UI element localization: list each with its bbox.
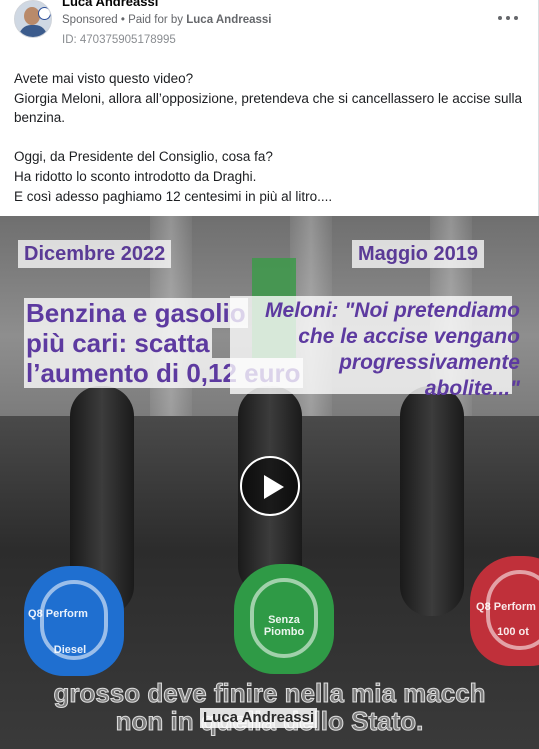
post-line: Avete mai visto questo video? — [14, 71, 194, 86]
ad-id: ID: 470375905178995 — [62, 34, 176, 46]
ad-card: Luca Andreassi Sponsored • Paid for by L… — [0, 0, 539, 749]
nozzle-brand: Q8 Perform — [476, 601, 536, 613]
quote-line: abolite..." — [424, 377, 520, 400]
headline-line: più cari: scatta — [24, 328, 212, 358]
author-avatar[interactable] — [14, 0, 52, 38]
video-watermark: Luca Andreassi — [200, 708, 318, 728]
nozzle-label: Diesel — [53, 644, 87, 656]
separator-dot: • — [120, 14, 129, 26]
party-badge-icon — [38, 7, 51, 20]
video-player[interactable]: Q8 Perform Diesel Senza Piombo Q8 Perfor… — [0, 216, 539, 749]
post-header: Luca Andreassi Sponsored • Paid for by L… — [0, 0, 539, 56]
premium-hose — [400, 386, 464, 616]
sponsored-line: Sponsored • Paid for by Luca Andreassi — [62, 13, 271, 27]
post-line: Oggi, da Presidente del Consiglio, cosa … — [14, 149, 273, 165]
nozzle-brand: Q8 Perform — [28, 608, 88, 620]
quote-line: che le accise vengano — [298, 325, 520, 348]
post-line: E così adesso paghiamo 12 centesimi in p… — [14, 188, 333, 204]
author-name[interactable]: Luca Andreassi — [62, 0, 158, 9]
subtitle-line: grosso deve finire nella mia macch — [53, 678, 486, 709]
paid-for-prefix: Paid for by — [128, 14, 184, 26]
play-icon — [264, 475, 284, 499]
sponsored-label: Sponsored — [62, 14, 118, 26]
quote-line: progressivamente — [339, 351, 520, 374]
more-options-icon[interactable] — [496, 10, 520, 26]
payer-name: Luca Andreassi — [186, 14, 272, 26]
quote-line: Meloni: "Noi pretendiamo — [265, 299, 520, 322]
post-text: Avete mai visto questo video? Giorgia Me… — [14, 69, 524, 206]
date-right: Maggio 2019 — [352, 240, 485, 268]
nozzle-label: 100 ot — [497, 626, 529, 638]
play-button[interactable] — [240, 456, 300, 516]
quote-right: Meloni: "Noi pretendiamo che le accise v… — [190, 298, 520, 402]
diesel-nozzle — [24, 566, 124, 676]
date-left: Dicembre 2022 — [18, 240, 172, 268]
avatar-body — [19, 25, 47, 37]
nozzle-label: Senza Piombo — [263, 614, 305, 638]
post-line: Giorgia Meloni, allora all’opposizione, … — [14, 90, 523, 126]
post-line: Ha ridotto lo sconto introdotto da Dragh… — [14, 168, 257, 184]
